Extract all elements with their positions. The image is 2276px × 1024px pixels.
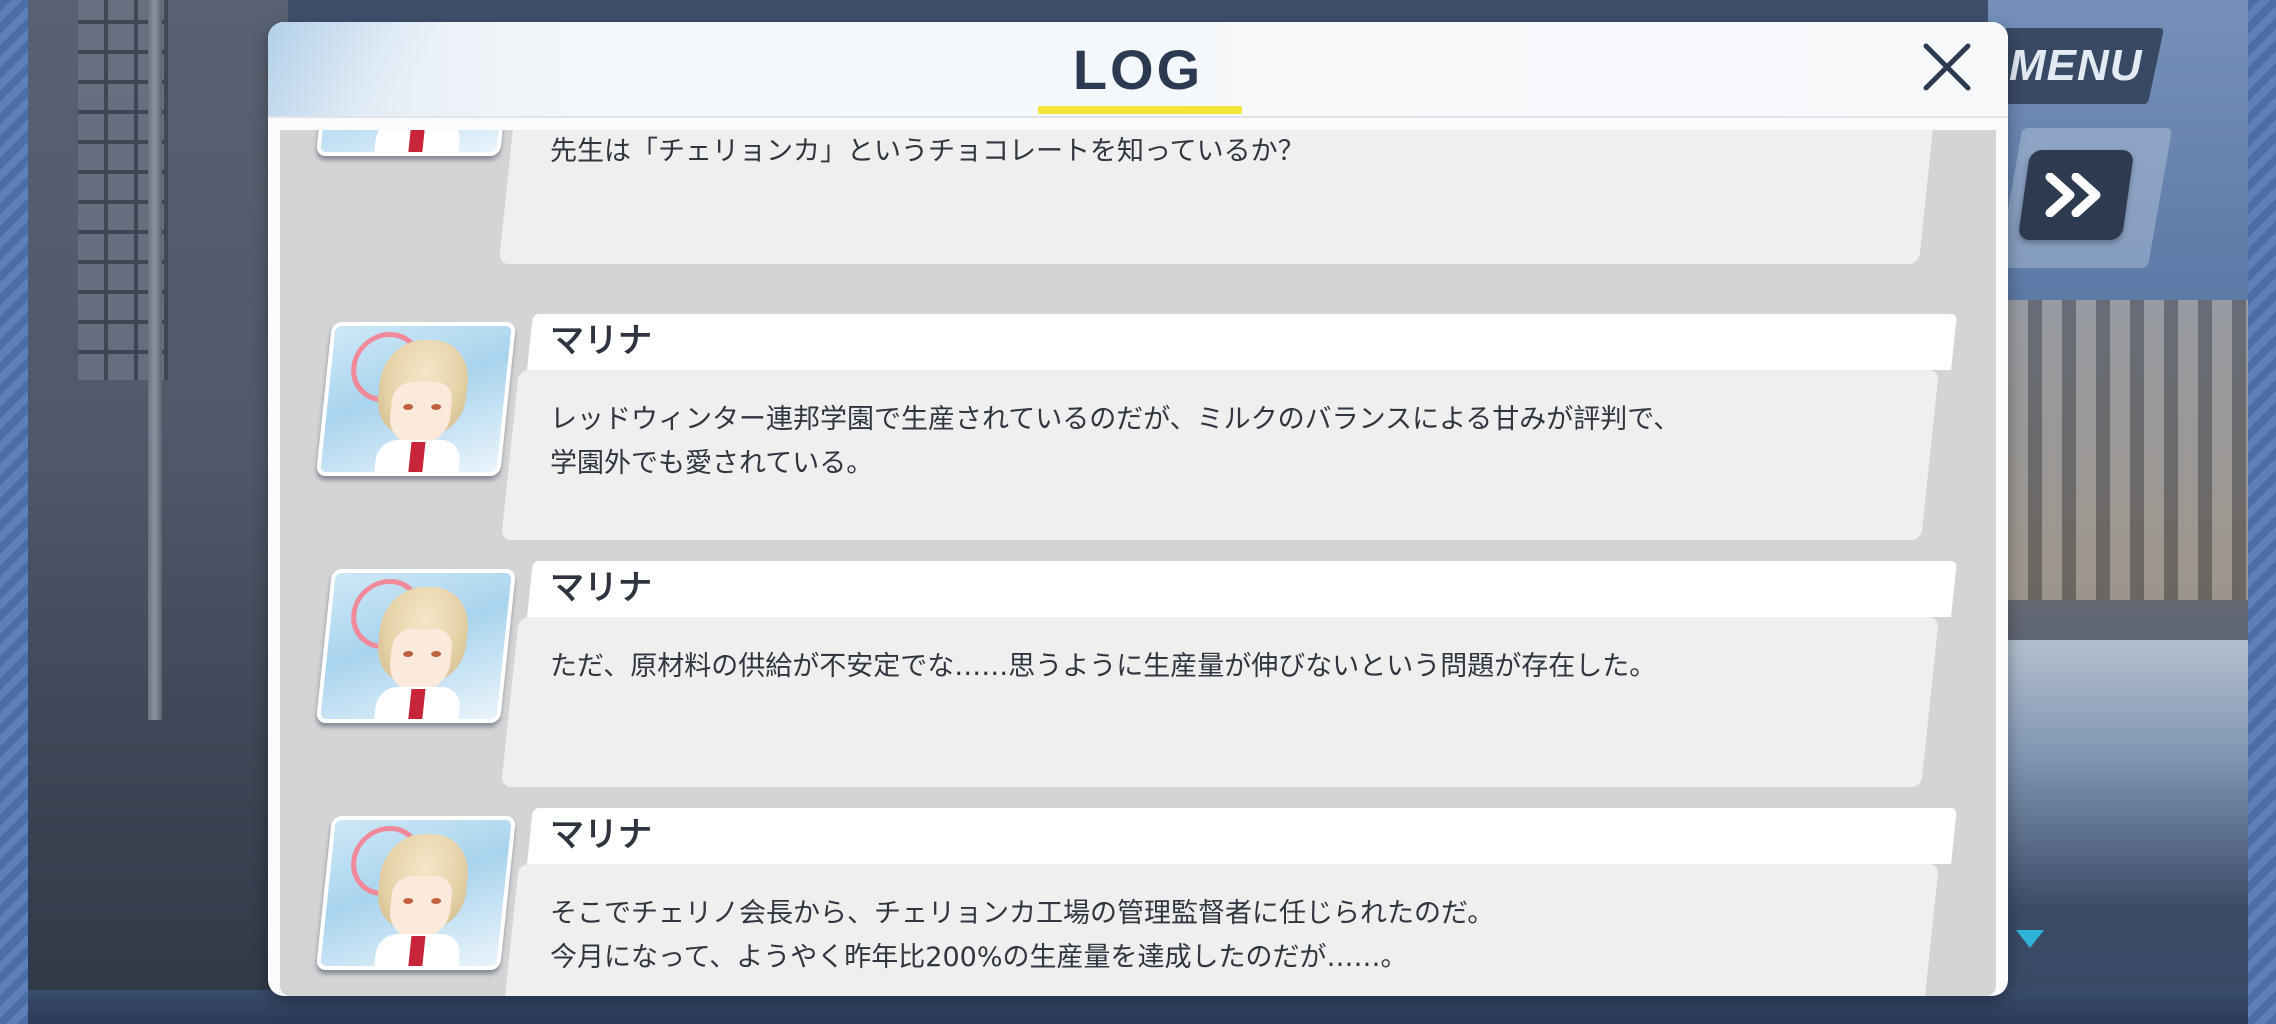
fast-forward-icon xyxy=(2045,173,2101,217)
right-border-stripe xyxy=(2248,0,2276,1024)
speaker-name-tab xyxy=(527,808,1957,864)
speaker-name-tab xyxy=(527,314,1957,370)
speaker-portrait xyxy=(315,569,517,723)
log-title-underline xyxy=(1038,106,1242,114)
log-entry: マリナ ただ、原材料の供給が不安定でな……思うように生産量が伸びないという問題が… xyxy=(280,561,1996,791)
speaker-name: マリナ xyxy=(550,321,652,361)
background-left-building xyxy=(28,0,288,1024)
left-border-stripe xyxy=(0,0,28,1024)
triangle-down-icon xyxy=(2016,930,2044,948)
message-text: 先生は「チェリョンカ」というチョコレートを知っているか？ xyxy=(550,136,1305,167)
speaker-portrait xyxy=(315,322,517,476)
fast-forward-button[interactable] xyxy=(2017,150,2135,240)
close-icon xyxy=(1923,43,1971,91)
log-entry: マリナ レッドウィンター連邦学園で生産されているのだが、ミルクのバランスによる甘… xyxy=(280,314,1996,544)
log-entry: マリナ そこでチェリノ会長から、チェリョンカ工場の管理監督者に任じられたのだ。 … xyxy=(280,808,1996,996)
speaker-name: マリナ xyxy=(550,815,652,855)
close-button[interactable] xyxy=(1916,36,1978,98)
background-snow-ground xyxy=(1988,640,2248,1024)
message-text: そこでチェリノ会長から、チェリョンカ工場の管理監督者に任じられたのだ。 今月にな… xyxy=(550,898,1495,973)
message-bubble xyxy=(501,617,1939,787)
menu-button-label: MENU xyxy=(2009,41,2143,90)
speaker-portrait xyxy=(315,130,517,156)
speaker-name: マリナ xyxy=(550,568,652,608)
log-list[interactable]: 先生は「チェリョンカ」というチョコレートを知っているか？ マリナ レッドウィンタ… xyxy=(280,130,1996,996)
log-entry: 先生は「チェリョンカ」というチョコレートを知っているか？ xyxy=(280,130,1996,264)
speaker-portrait xyxy=(315,816,517,970)
message-text: ただ、原材料の供給が不安定でな……思うように生産量が伸びないという問題が存在した… xyxy=(550,651,1657,682)
speaker-name-tab xyxy=(527,561,1957,617)
log-header: LOG xyxy=(268,22,2008,118)
background-building xyxy=(2008,300,2248,600)
background-pole xyxy=(148,0,162,720)
message-text: レッドウィンター連邦学園で生産されているのだが、ミルクのバランスによる甘みが評判… xyxy=(550,404,1681,479)
menu-button[interactable]: MENU xyxy=(1987,28,2165,104)
log-title: LOG xyxy=(1072,38,1204,101)
log-panel: LOG 先生は「チェリョンカ」というチョコレートを知っているか？ マリナ レッド… xyxy=(268,22,2008,996)
